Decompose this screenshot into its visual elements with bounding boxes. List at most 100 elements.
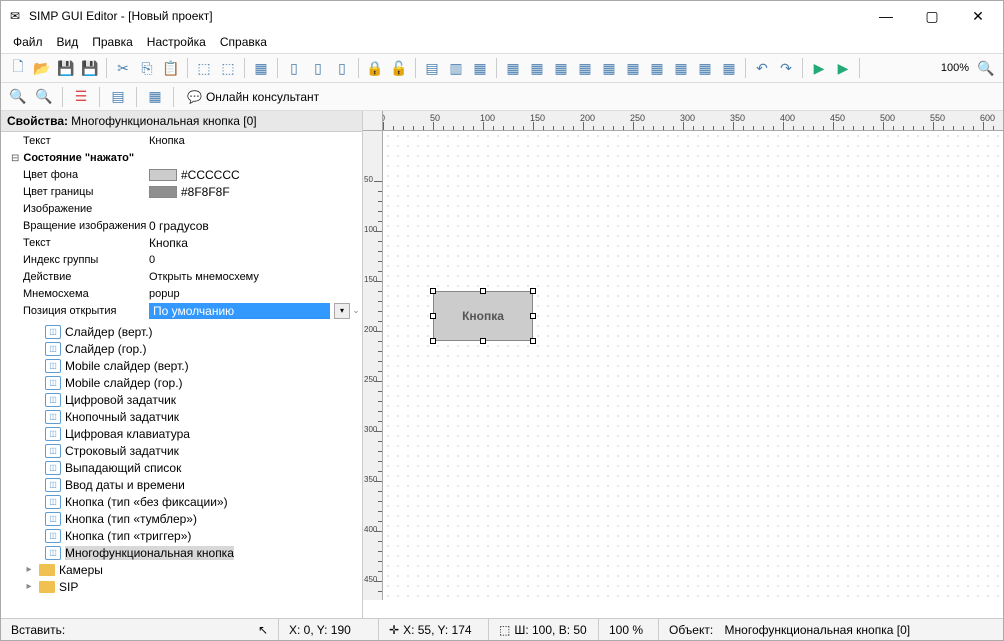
prop-name: Цвет фона <box>1 169 149 181</box>
maximize-button[interactable]: ▢ <box>909 1 955 31</box>
debug-icon[interactable]: ▶ <box>832 57 854 79</box>
zoom-out-icon[interactable]: 🔍 <box>7 86 29 108</box>
tree-item[interactable]: ◫Многофункциональная кнопка <box>3 544 360 561</box>
resize-handle-se[interactable] <box>530 338 536 344</box>
tree-label: Кнопка (тип «триггер») <box>65 529 191 543</box>
prop-group[interactable]: Состояние "нажато" <box>1 152 149 164</box>
prop-dropdown[interactable]: По умолчанию <box>149 303 330 319</box>
grid-10-icon[interactable]: ▦ <box>718 57 740 79</box>
tree-item[interactable]: ◫Mobile слайдер (гор.) <box>3 374 360 391</box>
canvas-scroll[interactable]: Кнопка <box>383 131 1003 600</box>
prop-value[interactable]: Кнопка <box>149 236 362 250</box>
tiles-icon[interactable]: ▦ <box>144 86 166 108</box>
zoom-in-icon[interactable]: 🔍 <box>33 86 55 108</box>
tree-folder[interactable]: ▸Камеры <box>3 561 360 578</box>
resize-handle-n[interactable] <box>480 288 486 294</box>
tree-item[interactable]: ◫Цифровая клавиатура <box>3 425 360 442</box>
tree-item[interactable]: ◫Цифровой задатчик <box>3 391 360 408</box>
prop-value[interactable]: Кнопка <box>149 135 362 147</box>
grid-5-icon[interactable]: ▦ <box>598 57 620 79</box>
grid-1-icon[interactable]: ▦ <box>502 57 524 79</box>
tree-item[interactable]: ◫Кнопка (тип «триггер») <box>3 527 360 544</box>
toolbar-main: 🗋 📂 💾 💾 ✂ ⎘ 📋 ⬚ ⬚ ▦ ▯ ▯ ▯ 🔒 🔓 ▤ ▥ ▦ ▦ ▦ … <box>1 53 1003 83</box>
tree-item[interactable]: ◫Строковый задатчик <box>3 442 360 459</box>
grid-2-icon[interactable]: ▦ <box>526 57 548 79</box>
tree-item[interactable]: ◫Mobile слайдер (верт.) <box>3 357 360 374</box>
align-2-icon[interactable]: ▯ <box>307 57 329 79</box>
undo-icon[interactable]: ↶ <box>751 57 773 79</box>
tree-item[interactable]: ◫Кнопка (тип «тумблер») <box>3 510 360 527</box>
unlock-icon[interactable]: 🔓 <box>388 57 410 79</box>
group-icon[interactable]: ⬚ <box>193 57 215 79</box>
grid-4-icon[interactable]: ▦ <box>574 57 596 79</box>
resize-handle-w[interactable] <box>430 313 436 319</box>
tree-folder[interactable]: ▸SIP <box>3 578 360 595</box>
toolbar-secondary: 🔍 🔍 ☰ ▤ ▦ 💬 Онлайн консультант <box>1 83 1003 111</box>
menu-edit[interactable]: Правка <box>86 33 139 51</box>
component-tree[interactable]: ◫Слайдер (верт.)◫Слайдер (гор.)◫Mobile с… <box>1 319 362 618</box>
zoom-icon[interactable]: 🔍 <box>975 57 997 79</box>
lock-icon[interactable]: 🔒 <box>364 57 386 79</box>
save-all-icon[interactable]: 💾 <box>79 57 101 79</box>
layout-2-icon[interactable]: ▥ <box>445 57 467 79</box>
close-button[interactable]: ✕ <box>955 1 1001 31</box>
paste-icon[interactable]: 📋 <box>160 57 182 79</box>
design-canvas[interactable]: Кнопка <box>383 131 1003 600</box>
open-icon[interactable]: 📂 <box>31 57 53 79</box>
redo-icon[interactable]: ↷ <box>775 57 797 79</box>
dropdown-arrow-icon[interactable]: ▾ <box>334 303 350 319</box>
tree-label: Слайдер (гор.) <box>65 342 147 356</box>
menu-help[interactable]: Справка <box>214 33 273 51</box>
tree-item[interactable]: ◫Выпадающий список <box>3 459 360 476</box>
grid-6-icon[interactable]: ▦ <box>622 57 644 79</box>
tree-expand-icon[interactable]: ▸ <box>23 564 35 575</box>
tree-item[interactable]: ◫Слайдер (гор.) <box>3 340 360 357</box>
prop-value[interactable]: Открыть мнемосхему <box>149 271 362 283</box>
consultant-button[interactable]: 💬 Онлайн консультант <box>181 88 325 106</box>
prop-value[interactable]: 0 градусов <box>149 219 362 233</box>
color-swatch[interactable] <box>149 186 177 198</box>
run-icon[interactable]: ▶ <box>808 57 830 79</box>
resize-handle-s[interactable] <box>480 338 486 344</box>
prop-value[interactable]: popup <box>149 288 362 300</box>
new-file-icon[interactable]: 🗋 <box>7 57 29 79</box>
ungroup-icon[interactable]: ⬚ <box>217 57 239 79</box>
tree-item[interactable]: ◫Кнопочный задатчик <box>3 408 360 425</box>
expand-icon[interactable]: ⌄ <box>350 305 362 316</box>
prop-value[interactable]: #CCCCCC <box>149 168 362 182</box>
grid-3-icon[interactable]: ▦ <box>550 57 572 79</box>
resize-handle-sw[interactable] <box>430 338 436 344</box>
align-1-icon[interactable]: ▯ <box>283 57 305 79</box>
color-swatch[interactable] <box>149 169 177 181</box>
copy-icon[interactable]: ⎘ <box>136 57 158 79</box>
prop-value[interactable]: #8F8F8F <box>149 185 362 199</box>
grid-8-icon[interactable]: ▦ <box>670 57 692 79</box>
prop-name: Позиция открытия <box>1 305 149 317</box>
tree-item[interactable]: ◫Ввод даты и времени <box>3 476 360 493</box>
menubar: Файл Вид Правка Настройка Справка <box>1 31 1003 53</box>
list-icon[interactable]: ☰ <box>70 86 92 108</box>
canvas-button-widget[interactable]: Кнопка <box>433 291 533 341</box>
minimize-button[interactable]: — <box>863 1 909 31</box>
prop-name: Изображение <box>1 203 149 215</box>
resize-handle-nw[interactable] <box>430 288 436 294</box>
grid-7-icon[interactable]: ▦ <box>646 57 668 79</box>
save-icon[interactable]: 💾 <box>55 57 77 79</box>
ruler-mark: 400 <box>364 525 377 534</box>
grid-9-icon[interactable]: ▦ <box>694 57 716 79</box>
resize-handle-e[interactable] <box>530 313 536 319</box>
bring-front-icon[interactable]: ▦ <box>250 57 272 79</box>
layout-1-icon[interactable]: ▤ <box>421 57 443 79</box>
tree-expand-icon[interactable]: ▸ <box>23 581 35 592</box>
align-3-icon[interactable]: ▯ <box>331 57 353 79</box>
tree-item[interactable]: ◫Кнопка (тип «без фиксации») <box>3 493 360 510</box>
menu-file[interactable]: Файл <box>7 33 49 51</box>
menu-view[interactable]: Вид <box>51 33 85 51</box>
panel-icon[interactable]: ▤ <box>107 86 129 108</box>
cut-icon[interactable]: ✂ <box>112 57 134 79</box>
menu-settings[interactable]: Настройка <box>141 33 212 51</box>
prop-value[interactable]: 0 <box>149 254 362 266</box>
layout-3-icon[interactable]: ▦ <box>469 57 491 79</box>
tree-item[interactable]: ◫Слайдер (верт.) <box>3 323 360 340</box>
resize-handle-ne[interactable] <box>530 288 536 294</box>
